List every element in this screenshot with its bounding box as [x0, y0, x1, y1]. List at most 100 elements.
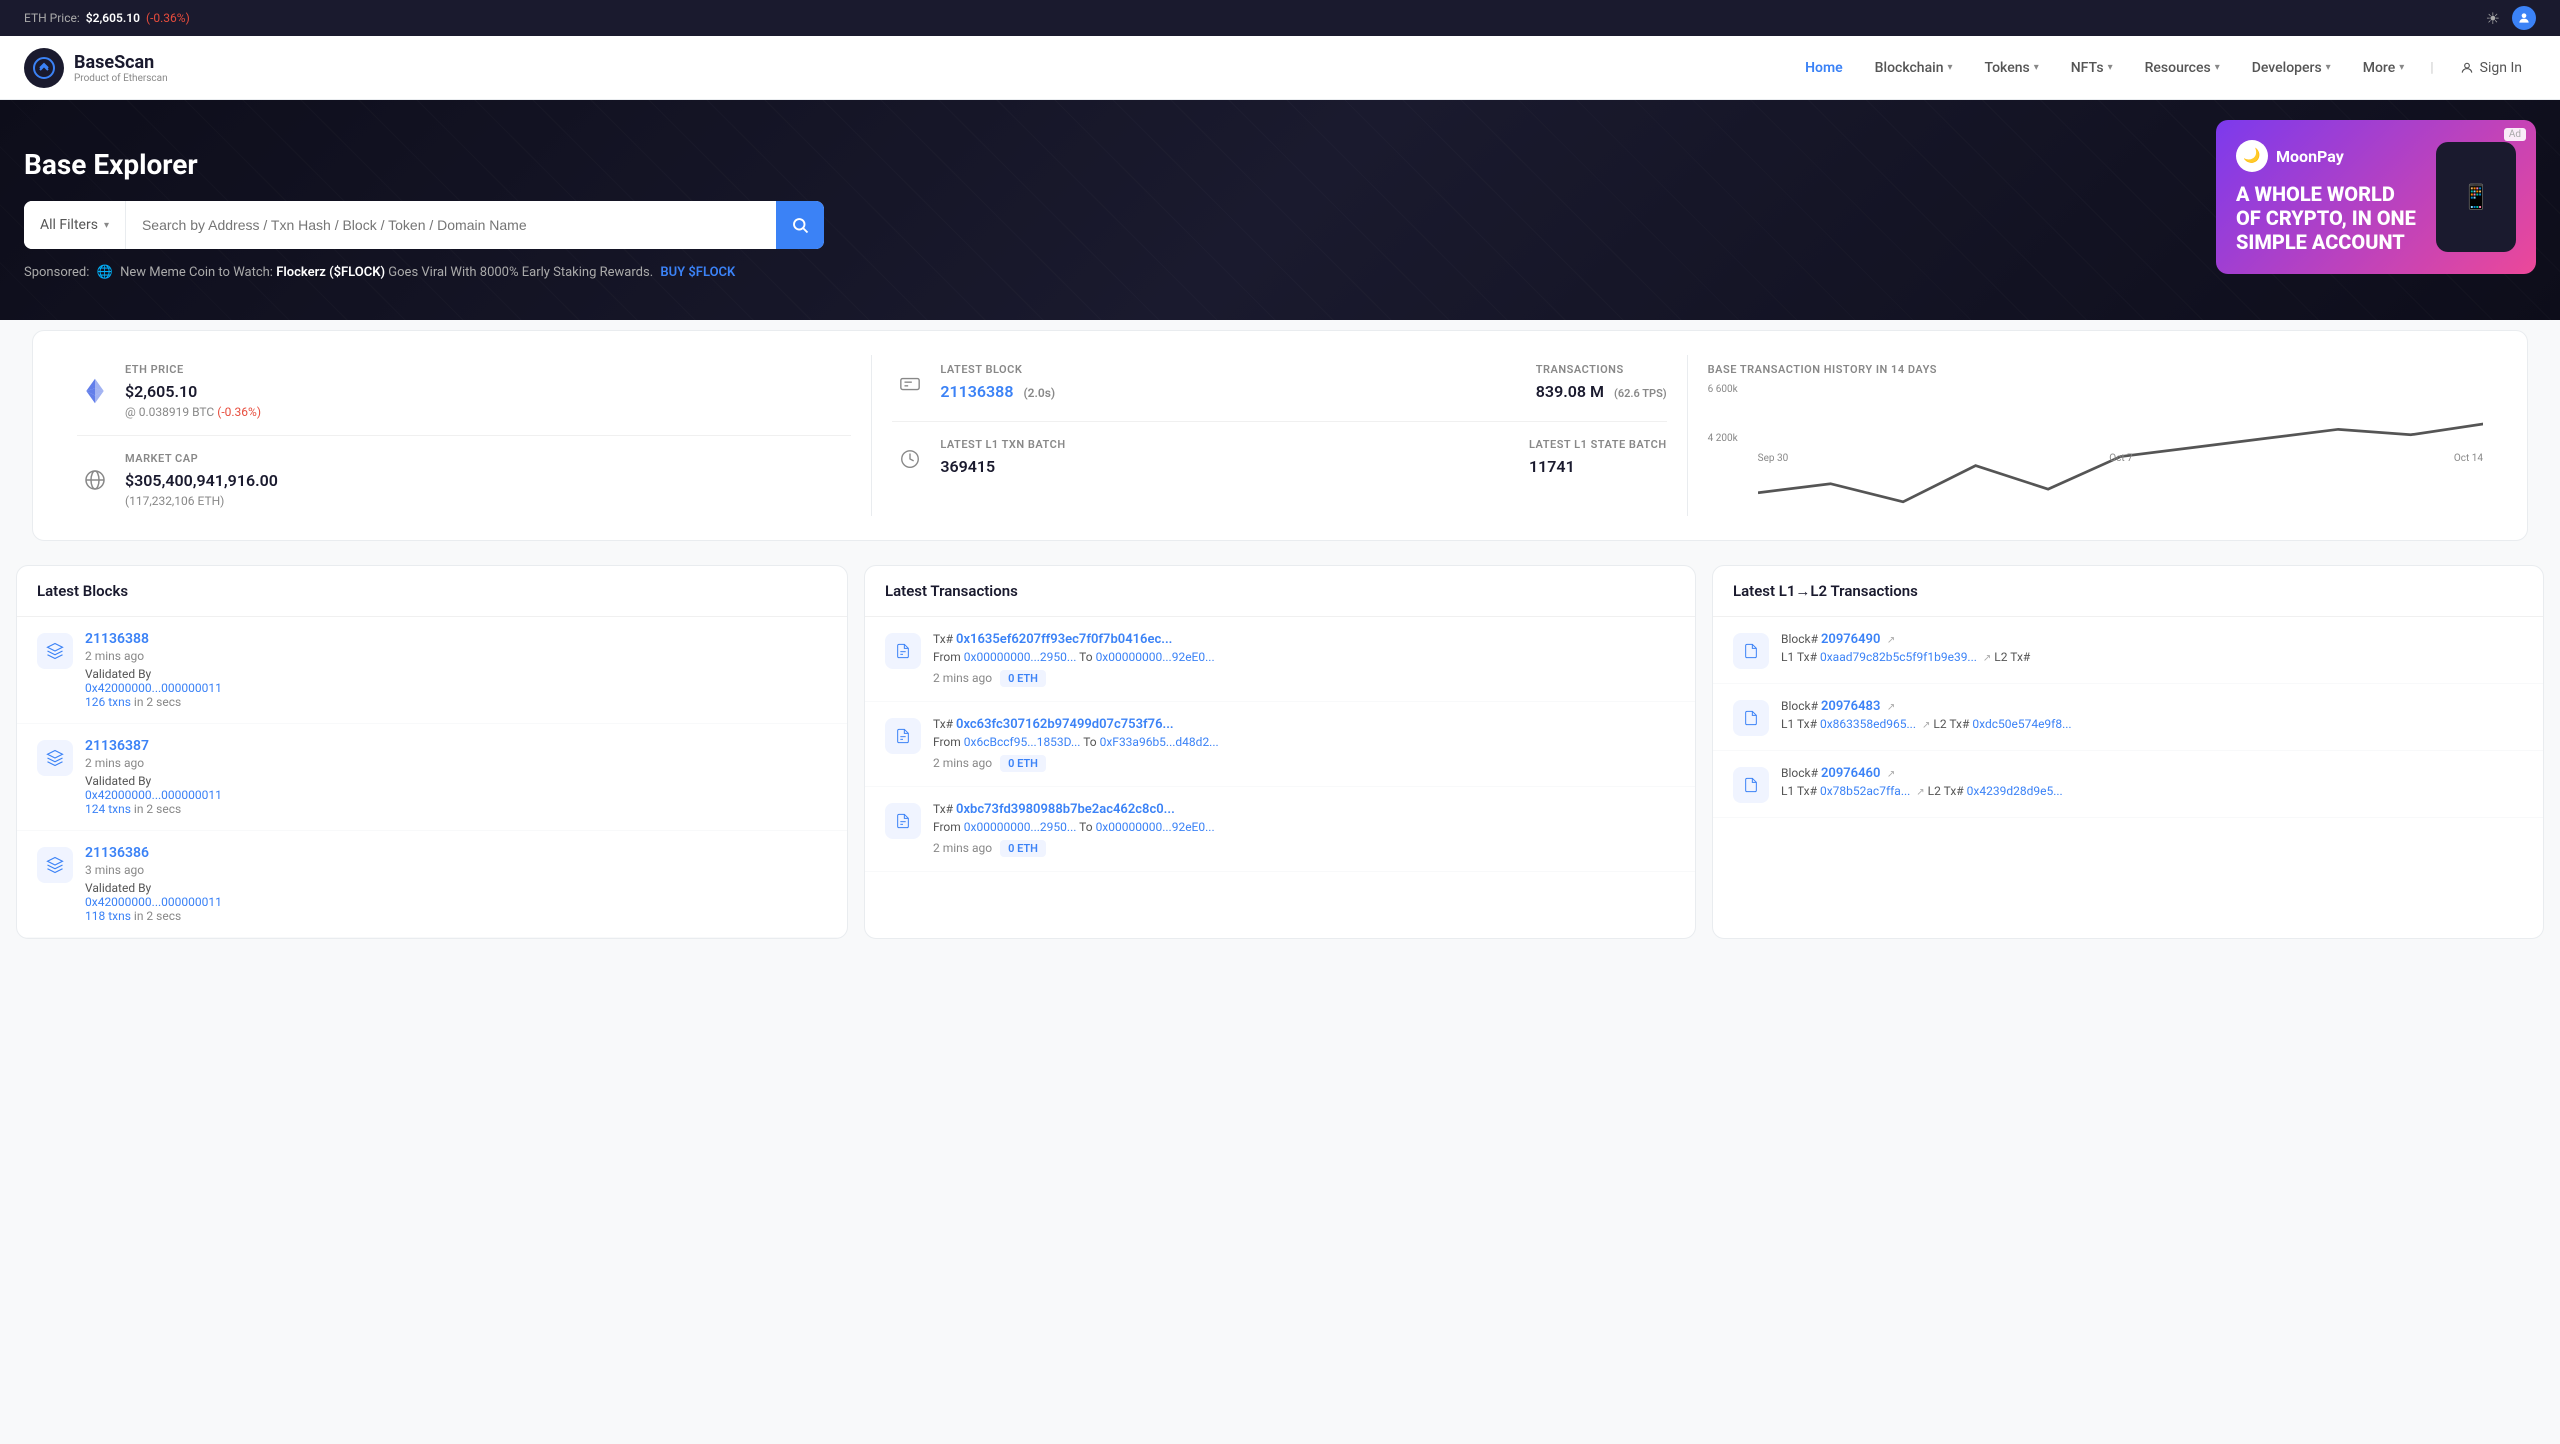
external-link-icon: ↗: [1922, 720, 1930, 731]
latest-l1l2-card: Latest L1→L2 Transactions Block# 2097649…: [1712, 565, 2544, 939]
nav-tokens[interactable]: Tokens ▾: [1971, 52, 2053, 84]
l2-tx-addr[interactable]: 0xdc50e574e9f8...: [1972, 717, 2071, 731]
nav-blockchain[interactable]: Blockchain ▾: [1861, 52, 1967, 84]
logo-text: BaseScan Product of Etherscan: [74, 52, 168, 84]
block-number[interactable]: 21136388: [85, 631, 149, 647]
logo-sub: Product of Etherscan: [74, 73, 168, 84]
search-input[interactable]: [126, 217, 776, 233]
chevron-down-icon: ▾: [2034, 62, 2039, 73]
sign-in-button[interactable]: Sign In: [2446, 52, 2536, 84]
logo-icon: [24, 48, 64, 88]
tx-amount: 0 ETH: [1000, 840, 1046, 857]
latest-transactions-body: Tx# 0x1635ef6207ff93ec7f0f7b0416ec... Fr…: [865, 617, 1695, 872]
table-row: 21136386 3 mins ago Validated By 0x42000…: [17, 831, 847, 938]
tx-hash[interactable]: 0xc63fc307162b97499d07c753f76...: [956, 717, 1174, 732]
nav-nfts[interactable]: NFTs ▾: [2057, 52, 2127, 84]
market-cap-value: $305,400,941,916.00: [125, 471, 278, 490]
l1l2-block-num[interactable]: 20976490: [1821, 632, 1880, 647]
block-txns-info: 118 txns in 2 secs: [85, 909, 827, 923]
external-link-icon: ↗: [1887, 635, 1895, 646]
filter-dropdown[interactable]: All Filters ▾: [24, 201, 126, 249]
ad-inner: 🌙 MoonPay A WHOLE WORLD OF CRYPTO, IN ON…: [2216, 120, 2536, 274]
nav-resources[interactable]: Resources ▾: [2131, 52, 2234, 84]
block-validator-address[interactable]: 0x42000000...000000011: [85, 895, 222, 909]
tx-to-addr[interactable]: 0x00000000...92eE0...: [1096, 820, 1215, 834]
eth-price-info: ETH PRICE $2,605.10 @ 0.038919 BTC (-0.3…: [125, 363, 261, 419]
tx-doc-icon: [885, 803, 921, 839]
eth-price-change: (-0.36%): [146, 11, 190, 25]
external-link-icon: ↗: [1916, 787, 1924, 798]
top-bar: ETH Price: $2,605.10 (-0.36%) ☀: [0, 0, 2560, 36]
l1-batch-info: LATEST L1 TXN BATCH 369415: [940, 438, 1065, 480]
moonpay-icon: 🌙: [2236, 140, 2268, 172]
l1-batch-label: LATEST L1 TXN BATCH: [940, 438, 1065, 451]
chart-area: 6 600k 4 200k Sep 30 Oct 7 Oct 14: [1708, 384, 2483, 464]
eth-price-stat-value: $2,605.10: [125, 382, 261, 401]
ad-brand: 🌙 MoonPay: [2236, 140, 2416, 172]
l1-tx-addr[interactable]: 0x78b52ac7ffa...: [1820, 784, 1910, 798]
nav-developers[interactable]: Developers ▾: [2238, 52, 2345, 84]
l1-tx-addr[interactable]: 0xaad79c82b5c5f9f1b9e39...: [1820, 650, 1977, 664]
nav-home[interactable]: Home: [1791, 52, 1857, 84]
l1l2-block-row: Block# 20976490 ↗: [1781, 631, 2523, 647]
logo-name: BaseScan: [74, 52, 168, 73]
latest-l1l2-header: Latest L1→L2 Transactions: [1713, 566, 2543, 617]
l1l2-tx-row: L1 Tx# 0x863358ed965... ↗ L2 Tx# 0xdc50e…: [1781, 717, 2523, 731]
search-button[interactable]: [776, 201, 824, 249]
block-number[interactable]: 21136386: [85, 845, 149, 861]
sponsored-cta[interactable]: BUY $FLOCK: [660, 265, 735, 280]
header: BaseScan Product of Etherscan Home Block…: [0, 36, 2560, 100]
tx-to-addr[interactable]: 0x00000000...92eE0...: [1096, 650, 1215, 664]
block-txns-link[interactable]: 126 txns: [85, 695, 131, 709]
tx-to-addr[interactable]: 0xF33a96b5...d48d2...: [1100, 735, 1219, 749]
chart-x-labels: Sep 30 Oct 7 Oct 14: [1758, 453, 2483, 464]
theme-toggle-icon[interactable]: ☀: [2486, 9, 2500, 28]
latest-blocks-header: Latest Blocks: [17, 566, 847, 617]
l2-tx-addr[interactable]: 0x4239d28d9e5...: [1967, 784, 2063, 798]
block-validator-address[interactable]: 0x42000000...000000011: [85, 681, 222, 695]
l1l2-block-num[interactable]: 20976483: [1821, 699, 1880, 714]
nav-more[interactable]: More ▾: [2349, 52, 2419, 84]
block-cube-icon: [37, 847, 73, 883]
block-txns-link[interactable]: 118 txns: [85, 909, 131, 923]
block-time: 2 mins ago: [85, 756, 827, 770]
eth-price-label: ETH Price:: [24, 11, 80, 25]
chart-y-labels: 6 600k 4 200k: [1708, 384, 1738, 444]
tx-doc-icon: [885, 633, 921, 669]
latest-blocks-body: 21136388 2 mins ago Validated By 0x42000…: [17, 617, 847, 938]
table-row: Block# 20976483 ↗ L1 Tx# 0x863358ed965..…: [1713, 684, 2543, 751]
transactions-info: TRANSACTIONS 839.08 M (62.6 TPS): [1536, 363, 1667, 405]
l1-tx-addr[interactable]: 0x863358ed965...: [1820, 717, 1916, 731]
top-bar-right: ☀: [2486, 6, 2536, 30]
logo[interactable]: BaseScan Product of Etherscan: [24, 48, 168, 88]
l1l2-block-num[interactable]: 20976460: [1821, 766, 1880, 781]
tx-hash-row: Tx# 0xbc73fd3980988b7be2ac462c8c0...: [933, 801, 1675, 817]
tx-from-addr[interactable]: 0x00000000...2950...: [964, 820, 1077, 834]
block-txns-info: 124 txns in 2 secs: [85, 802, 827, 816]
external-link-icon: ↗: [1983, 653, 1991, 664]
block-txns-link[interactable]: 124 txns: [85, 802, 131, 816]
tx-from-to: From 0x00000000...2950... To 0x00000000.…: [933, 820, 1675, 834]
block-cube-icon: [37, 633, 73, 669]
table-row: Tx# 0xbc73fd3980988b7be2ac462c8c0... Fro…: [865, 787, 1695, 872]
block-number[interactable]: 21136387: [85, 738, 149, 754]
latest-l1l2-body: Block# 20976490 ↗ L1 Tx# 0xaad79c82b5c5f…: [1713, 617, 2543, 818]
chevron-down-icon: ▾: [2108, 62, 2113, 73]
tx-from-addr[interactable]: 0x6cBccf95...1853D...: [964, 735, 1081, 749]
tx-doc-icon: [885, 718, 921, 754]
l1l2-info: Block# 20976483 ↗ L1 Tx# 0x863358ed965..…: [1781, 698, 2523, 731]
table-row: Tx# 0x1635ef6207ff93ec7f0f7b0416ec... Fr…: [865, 617, 1695, 702]
ad-banner[interactable]: Ad 🌙 MoonPay A WHOLE WORLD OF CRYPTO, IN…: [2216, 120, 2536, 274]
latest-block-value: 21136388 (2.0s): [940, 382, 1055, 401]
l1-state-info: LATEST L1 STATE BATCH 11741: [1529, 438, 1667, 480]
chevron-down-icon: ▾: [2326, 62, 2331, 73]
block-validator-address[interactable]: 0x42000000...000000011: [85, 788, 222, 802]
l1-state-value: 11741: [1529, 457, 1667, 476]
user-avatar[interactable]: [2512, 6, 2536, 30]
tx-from-addr[interactable]: 0x00000000...2950...: [964, 650, 1077, 664]
l1l2-tx-row: L1 Tx# 0x78b52ac7ffa... ↗ L2 Tx# 0x4239d…: [1781, 784, 2523, 798]
tx-hash[interactable]: 0xbc73fd3980988b7be2ac462c8c0...: [956, 802, 1175, 817]
l1-batch-value: 369415: [940, 457, 1065, 476]
l1l2-block-row: Block# 20976460 ↗: [1781, 765, 2523, 781]
tx-hash[interactable]: 0x1635ef6207ff93ec7f0f7b0416ec...: [956, 632, 1172, 647]
